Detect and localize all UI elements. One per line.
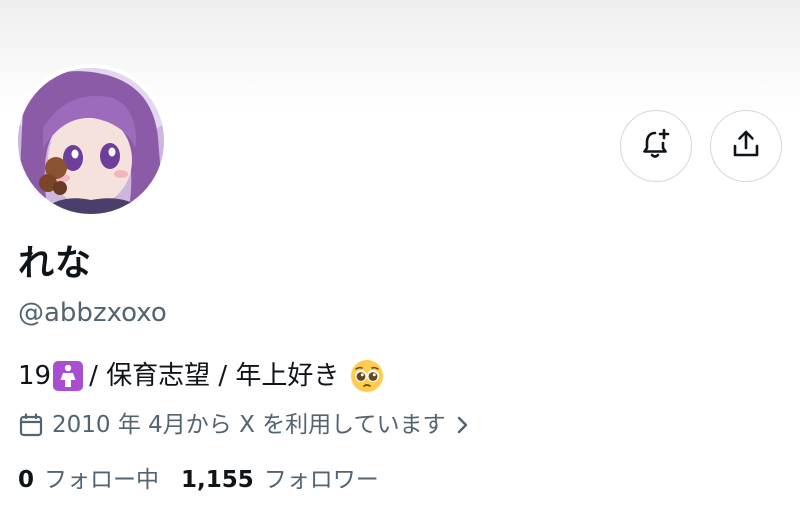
pleading-face-emoji-icon [349, 358, 385, 394]
follow-stats: 0 フォロー中 1,155 フォロワー [18, 464, 379, 496]
avatar[interactable] [18, 68, 164, 214]
bio: 19 / 保育志望 / 年上好き [18, 358, 385, 394]
joined-date[interactable]: 2010 年 4月から X を利用しています [18, 409, 469, 441]
followers-link[interactable]: 1,155 フォロワー [181, 464, 379, 496]
share-button[interactable] [710, 110, 782, 182]
display-name: れな [18, 243, 93, 284]
followers-label: フォロワー [263, 467, 379, 493]
followers-count: 1,155 [181, 467, 254, 493]
share-upload-icon [731, 129, 761, 163]
bio-age: 19 [18, 361, 52, 391]
female-sign-icon [53, 361, 84, 391]
chevron-right-icon [455, 414, 469, 436]
joined-text: 2010 年 4月から X を利用しています [52, 412, 446, 438]
following-link[interactable]: 0 フォロー中 [18, 464, 159, 496]
bio-text: / 保育志望 / 年上好き [89, 361, 340, 391]
bell-plus-icon [640, 128, 672, 164]
profile-handle: @abbzxoxo [18, 298, 167, 328]
calendar-icon [18, 412, 44, 438]
notification-button[interactable] [620, 110, 692, 182]
following-count: 0 [18, 467, 35, 493]
following-label: フォロー中 [44, 467, 160, 493]
